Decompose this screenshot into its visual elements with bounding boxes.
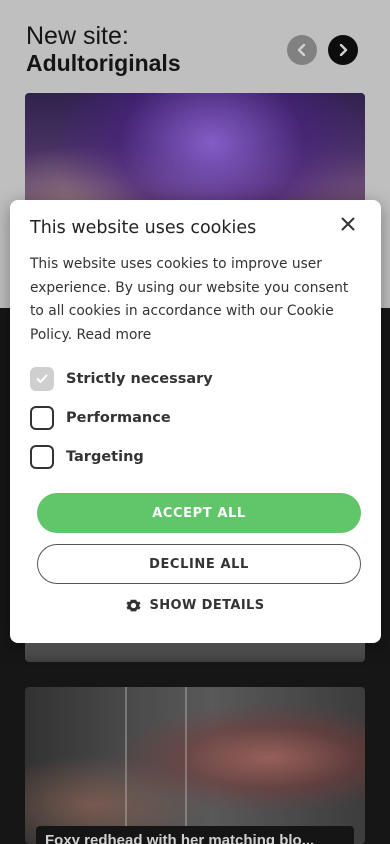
checkmark-icon [36,374,48,383]
option-targeting[interactable]: Targeting [30,444,144,470]
option-performance[interactable]: Performance [30,405,171,431]
option-label: Targeting [66,449,144,465]
option-label: Strictly necessary [66,371,213,387]
show-details-label: SHOW DETAILS [149,598,265,613]
option-strictly-necessary[interactable]: Strictly necessary [30,366,213,392]
accept-all-button[interactable]: ACCEPT ALL [37,493,361,533]
close-button[interactable] [336,212,360,236]
option-label: Performance [66,410,171,426]
cookie-dialog-title: This website uses cookies [30,218,257,238]
cookie-dialog-text: This website uses cookies to improve use… [30,253,356,347]
performance-checkbox[interactable] [30,406,54,430]
decline-all-button[interactable]: DECLINE ALL [37,544,361,584]
targeting-checkbox[interactable] [30,445,54,469]
cookie-consent-dialog: This website uses cookies This website u… [10,200,381,643]
show-details-button[interactable]: SHOW DETAILS [10,598,381,613]
close-icon [341,217,355,231]
strictly-necessary-checkbox[interactable] [30,367,54,391]
gear-icon [126,598,141,613]
read-more-link[interactable]: Read more [77,327,152,343]
